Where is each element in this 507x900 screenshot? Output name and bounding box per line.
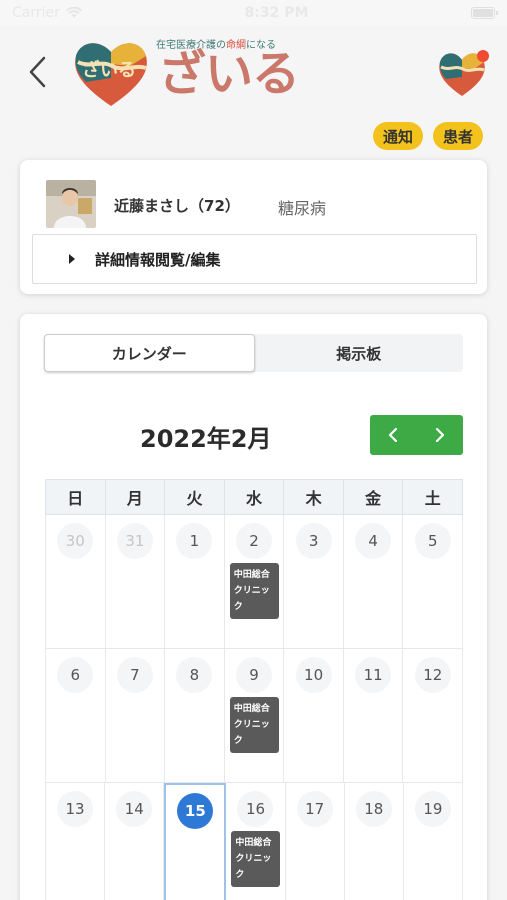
day-number: 31 bbox=[116, 523, 153, 559]
day-cell[interactable]: 11 bbox=[343, 649, 404, 783]
logo-heart-icon: ざいる bbox=[75, 43, 147, 106]
chevron-right-icon bbox=[435, 427, 444, 443]
day-number: 17 bbox=[296, 791, 333, 827]
day-number: 6 bbox=[57, 657, 94, 693]
day-cell[interactable]: 18 bbox=[345, 783, 404, 900]
day-cell[interactable]: 31 bbox=[105, 515, 166, 649]
notification-dot bbox=[477, 50, 489, 62]
day-cell[interactable]: 8 bbox=[165, 649, 225, 783]
weekday-sat: 土 bbox=[424, 489, 441, 508]
calendar-event[interactable]: 中田総合クリニック bbox=[231, 831, 281, 887]
day-cell[interactable]: 6 bbox=[46, 649, 106, 783]
day-number: 14 bbox=[116, 791, 153, 827]
notify-button[interactable]: 通知 bbox=[372, 122, 423, 150]
logo-heart-text: ざいる bbox=[82, 59, 136, 81]
weekday-fri: 金 bbox=[344, 480, 404, 514]
logo-wordmark: ざいる bbox=[158, 46, 300, 102]
day-number: 12 bbox=[414, 657, 451, 693]
day-number: 3 bbox=[295, 523, 332, 559]
day-number: 7 bbox=[116, 657, 153, 693]
battery-icon bbox=[471, 7, 498, 19]
day-cell[interactable]: 19 bbox=[404, 783, 463, 900]
day-number: 11 bbox=[355, 657, 392, 693]
header-pill-row: 通知 患者 bbox=[372, 122, 483, 150]
tab-calendar[interactable]: カレンダー bbox=[44, 334, 255, 372]
day-cell[interactable]: 7 bbox=[105, 649, 166, 783]
day-number: 1 bbox=[176, 523, 213, 559]
weekday-thu: 木 bbox=[284, 480, 344, 514]
view-segmented-control: カレンダー 掲示板 bbox=[44, 334, 463, 372]
day-number: 18 bbox=[355, 791, 392, 827]
day-cell[interactable]: 2 中田総合クリニック bbox=[224, 515, 285, 649]
day-number: 8 bbox=[176, 657, 213, 693]
calendar-week: 30 31 1 2 中田総合クリニック 3 4 5 bbox=[45, 515, 464, 649]
patient-photo-avatar bbox=[46, 180, 96, 228]
calendar-week: 6 7 8 9 中田総合クリニック 10 11 12 bbox=[45, 649, 464, 783]
day-cell[interactable]: 12 bbox=[403, 649, 464, 783]
detail-toggle-row[interactable]: 詳細情報閲覧/編集 bbox=[32, 234, 477, 284]
weekday-sun: 日 bbox=[46, 480, 106, 514]
status-bar: Carrier 8:32 PM bbox=[0, 0, 507, 26]
day-number: 10 bbox=[295, 657, 332, 693]
calendar-event[interactable]: 中田総合クリニック bbox=[229, 697, 279, 753]
day-cell[interactable]: 14 bbox=[105, 783, 165, 900]
calendar-event[interactable]: 中田総合クリニック bbox=[229, 563, 279, 619]
day-cell[interactable]: 30 bbox=[46, 515, 106, 649]
patient-button[interactable]: 患者 bbox=[432, 122, 483, 150]
carrier-label: Carrier bbox=[12, 5, 60, 21]
tab-bulletin-board[interactable]: 掲示板 bbox=[255, 334, 464, 372]
day-cell[interactable]: 5 bbox=[403, 515, 464, 649]
prev-month-button[interactable] bbox=[370, 415, 417, 455]
weekday-wed: 水 bbox=[225, 480, 285, 514]
month-nav-group bbox=[370, 415, 463, 455]
back-chevron-icon[interactable] bbox=[26, 54, 50, 90]
status-time: 8:32 PM bbox=[244, 5, 309, 21]
day-number: 9 bbox=[236, 657, 273, 693]
day-cell[interactable]: 3 bbox=[284, 515, 344, 649]
caret-right-icon bbox=[69, 254, 75, 264]
calendar-card: カレンダー 掲示板 2022年2月 日 月 火 水 木 金 土 30 31 1 … bbox=[20, 314, 487, 900]
day-number: 5 bbox=[414, 523, 451, 559]
day-number: 30 bbox=[57, 523, 94, 559]
app-header: ざいる 在宅医療介護の命綱になる ざいる bbox=[0, 26, 507, 118]
day-cell[interactable]: 17 bbox=[286, 783, 345, 900]
day-cell[interactable]: 13 bbox=[46, 783, 106, 900]
detail-toggle-label: 詳細情報閲覧/編集 bbox=[95, 250, 221, 269]
patient-card: 近藤まさし（72） 糖尿病 詳細情報閲覧/編集 bbox=[20, 160, 487, 294]
weekday-mon: 月 bbox=[106, 480, 166, 514]
weekday-tue: 火 bbox=[165, 480, 225, 514]
day-cell[interactable]: 16 中田総合クリニック bbox=[226, 783, 286, 900]
calendar-week: 13 14 15 16 中田総合クリニック 17 18 19 bbox=[45, 783, 463, 900]
day-cell[interactable]: 4 bbox=[343, 515, 404, 649]
day-number: 16 bbox=[237, 791, 274, 827]
wifi-icon bbox=[65, 7, 82, 18]
day-cell[interactable]: 9 中田総合クリニック bbox=[224, 649, 285, 783]
month-title: 2022年2月 bbox=[140, 425, 272, 453]
day-number: 19 bbox=[414, 791, 451, 827]
patient-disease: 糖尿病 bbox=[278, 199, 327, 218]
day-number: 15 bbox=[177, 793, 214, 829]
day-cell-today[interactable]: 15 bbox=[164, 783, 227, 900]
patient-name: 近藤まさし（72） bbox=[114, 197, 240, 215]
status-left: Carrier bbox=[12, 5, 82, 21]
next-month-button[interactable] bbox=[417, 415, 464, 455]
day-number: 2 bbox=[236, 523, 273, 559]
chevron-left-icon bbox=[389, 427, 398, 443]
calendar-grid: 日 月 火 水 木 金 土 30 31 1 2 中田総合クリニック 3 4 5 6… bbox=[45, 479, 464, 900]
day-cell[interactable]: 1 bbox=[165, 515, 225, 649]
day-number: 4 bbox=[355, 523, 392, 559]
day-number: 13 bbox=[57, 791, 94, 827]
weekday-header: 日 月 火 水 木 金 土 bbox=[45, 479, 463, 515]
day-cell[interactable]: 10 bbox=[284, 649, 344, 783]
